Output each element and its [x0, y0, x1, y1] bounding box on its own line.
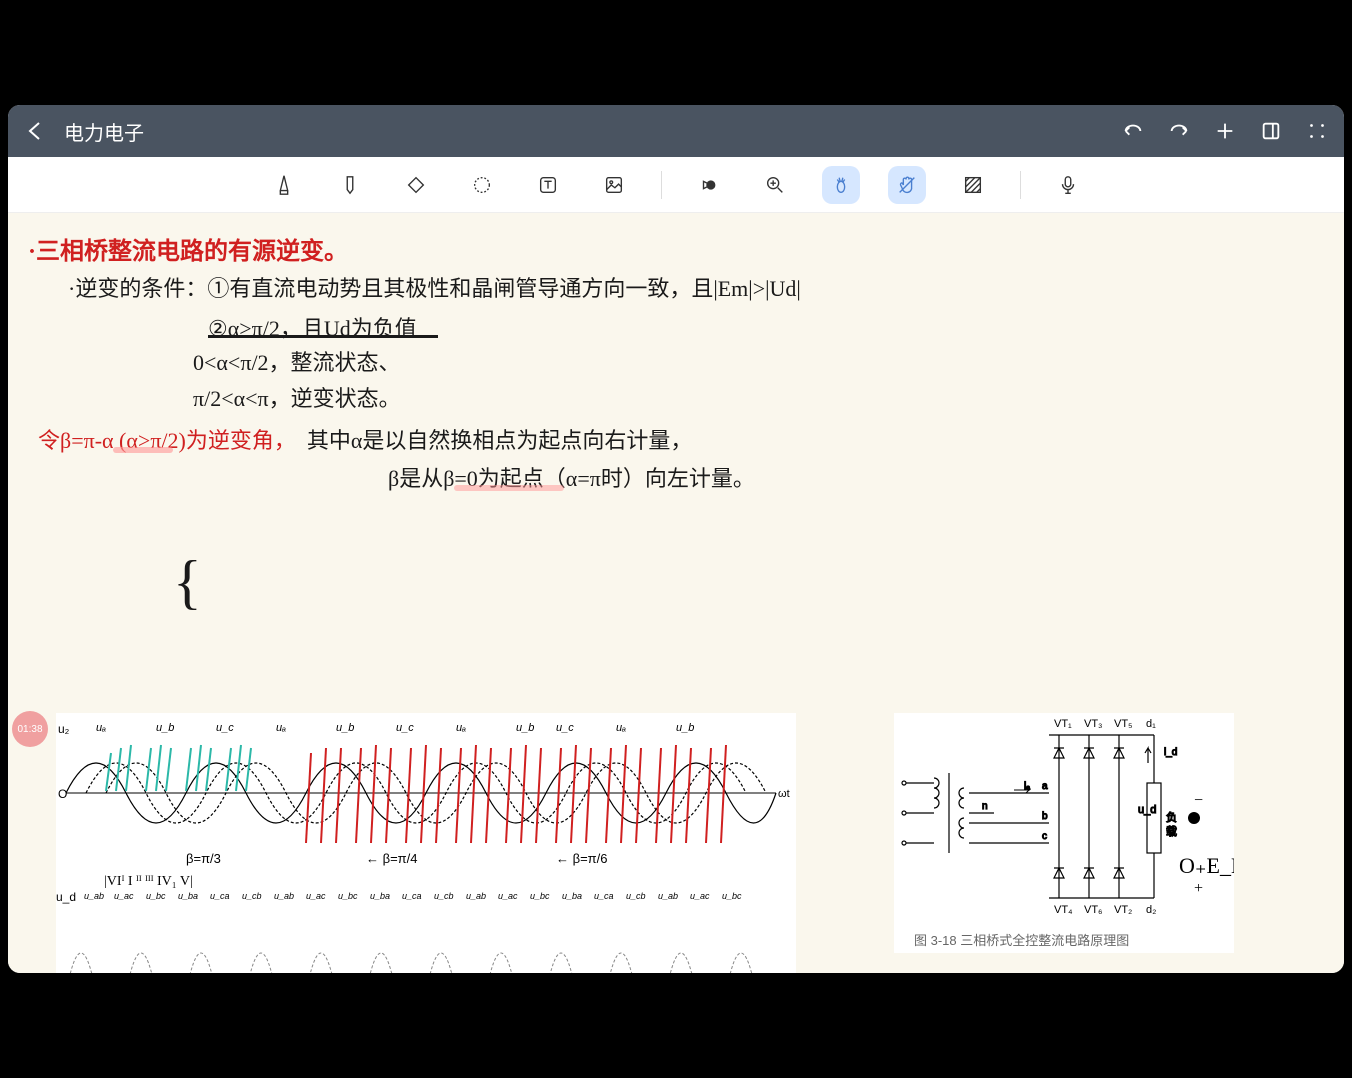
brace-symbol: { — [173, 548, 202, 617]
text-tool[interactable] — [529, 166, 567, 204]
svg-text:u_bc: u_bc — [338, 891, 358, 901]
redo-icon[interactable] — [1168, 120, 1190, 142]
header-actions — [1122, 120, 1328, 142]
svg-text:VT₆: VT₆ — [1084, 904, 1103, 916]
svg-text:VT₁: VT₁ — [1054, 718, 1072, 730]
condition-line-1: ·逆变的条件：①有直流电动势且其极性和晶闸管导通方向一致，且|Em|>|Ud| — [68, 271, 801, 303]
case-rectify: 0<α<π/2，整流状态、 — [193, 345, 401, 377]
svg-text:u_c: u_c — [556, 722, 574, 734]
more-icon[interactable] — [1306, 120, 1328, 142]
svg-text:u_ba: u_ba — [562, 891, 582, 901]
app-header: 电力电子 — [8, 105, 1344, 157]
heading-line: ·三相桥整流电路的有源逆变。 — [28, 231, 348, 266]
underline — [208, 335, 438, 338]
lasso-tool[interactable] — [463, 166, 501, 204]
svg-text:u_ab: u_ab — [658, 891, 678, 901]
toolbar-separator — [1020, 171, 1021, 199]
eraser-tool[interactable] — [397, 166, 435, 204]
svg-text:u_ac: u_ac — [690, 891, 710, 901]
svg-text:u_b: u_b — [156, 722, 174, 734]
svg-text:i_d: i_d — [1164, 747, 1177, 758]
svg-text:β=π/3: β=π/3 — [186, 851, 221, 866]
axis-label: u₂ — [58, 722, 70, 736]
svg-text:u_cb: u_cb — [626, 891, 646, 901]
laser-tool[interactable] — [822, 166, 860, 204]
image-tool[interactable] — [595, 166, 633, 204]
svg-text:u_c: u_c — [216, 722, 234, 734]
svg-text:u_ab: u_ab — [466, 891, 486, 901]
svg-text:u_ca: u_ca — [594, 891, 614, 901]
mic-tool[interactable] — [1049, 166, 1087, 204]
svg-text:u_ca: u_ca — [402, 891, 422, 901]
svg-text:u_bc: u_bc — [722, 891, 742, 901]
svg-text:VT₅: VT₅ — [1114, 718, 1133, 730]
svg-text:u_d: u_d — [56, 890, 76, 904]
hand-tool[interactable] — [888, 166, 926, 204]
svg-text:← β=π/6: ← β=π/6 — [556, 851, 608, 866]
toolbar — [8, 157, 1344, 213]
svg-text:u_cb: u_cb — [434, 891, 454, 901]
svg-text:uₐ: uₐ — [616, 722, 626, 734]
note-canvas[interactable]: ·三相桥整流电路的有源逆变。 ·逆变的条件：①有直流电动势且其极性和晶闸管导通方… — [8, 213, 1344, 973]
svg-text:u_ac: u_ac — [498, 891, 518, 901]
svg-text:u_ac: u_ac — [114, 891, 134, 901]
svg-text:u_ab: u_ab — [84, 891, 104, 901]
zoom-tool[interactable] — [756, 166, 794, 204]
svg-text:−: − — [1194, 792, 1203, 809]
beta-def-2: β是从β=0为起点（α=π时）向左计量。 — [388, 461, 755, 493]
layout-icon[interactable] — [1260, 120, 1282, 142]
timestamp-badge[interactable]: 01:38 — [12, 711, 48, 747]
svg-text:VT₃: VT₃ — [1084, 718, 1103, 730]
back-icon[interactable] — [24, 119, 48, 143]
highlighter-tool[interactable] — [331, 166, 369, 204]
svg-text:u_c: u_c — [396, 722, 414, 734]
svg-text:← β=π/4: ← β=π/4 — [366, 851, 418, 866]
svg-text:u_cb: u_cb — [242, 891, 262, 901]
svg-text:uₐ: uₐ — [96, 722, 106, 734]
svg-text:u_ca: u_ca — [210, 891, 230, 901]
svg-text:d₂: d₂ — [1146, 904, 1156, 916]
highlight-mark — [113, 447, 173, 453]
svg-text:u_b: u_b — [676, 722, 694, 734]
svg-text:c: c — [1042, 831, 1047, 842]
svg-text:u_ba: u_ba — [370, 891, 390, 901]
condition-line-2: ②α>π/2，且Ud为负值 — [208, 311, 417, 343]
svg-text:b: b — [1042, 811, 1048, 822]
highlight-mark-2 — [454, 485, 564, 491]
svg-text:u_ab: u_ab — [274, 891, 294, 901]
circuit-diagram: VT₁VT₃VT₅d₁ VT₄VT₆VT₂d₂ a n b c iₐ — [894, 713, 1234, 953]
svg-text:a: a — [1042, 781, 1048, 792]
svg-text:uₐ: uₐ — [276, 722, 286, 734]
svg-text:VT₄: VT₄ — [1054, 904, 1073, 916]
svg-text:u_bc: u_bc — [146, 891, 166, 901]
svg-text:+: + — [1194, 880, 1203, 897]
svg-text:u_bc: u_bc — [530, 891, 550, 901]
undo-icon[interactable] — [1122, 120, 1144, 142]
svg-text:u_ba: u_ba — [178, 891, 198, 901]
svg-text:载: 载 — [1166, 825, 1177, 838]
svg-text:ωt: ωt — [778, 788, 790, 800]
svg-text:u_b: u_b — [516, 722, 534, 734]
svg-text:n: n — [982, 801, 988, 812]
pen-tool[interactable] — [265, 166, 303, 204]
document-title: 电力电子 — [64, 117, 1122, 146]
svg-text:O₊E_M: O₊E_M — [1179, 853, 1234, 878]
waveform-diagram: u₂ O ωt uₐ u_b u_c uₐ u_b u_c uₐ u_b u_c uₐ u_b — [56, 713, 796, 973]
svg-text:u_b: u_b — [336, 722, 354, 734]
shape-tool[interactable] — [690, 166, 728, 204]
svg-text:u_ac: u_ac — [306, 891, 326, 901]
toolbar-separator — [661, 171, 662, 199]
svg-text:u_d: u_d — [1138, 804, 1156, 816]
case-invert: π/2<α<π，逆变状态。 — [193, 381, 401, 413]
svg-text:VT₂: VT₂ — [1114, 904, 1132, 916]
svg-text:uₐ: uₐ — [456, 722, 466, 734]
svg-text:|VIᴵ I ᴵᴵ ᴵᴵᴵ IV₁ V|: |VIᴵ I ᴵᴵ ᴵᴵᴵ IV₁ V| — [104, 874, 193, 889]
svg-text:O: O — [58, 787, 67, 801]
svg-text:负: 负 — [1166, 810, 1177, 824]
pattern-tool[interactable] — [954, 166, 992, 204]
add-icon[interactable] — [1214, 120, 1236, 142]
svg-text:d₁: d₁ — [1146, 718, 1156, 730]
circuit-caption: 图 3-18 三相桥式全控整流电路原理图 — [914, 933, 1129, 948]
